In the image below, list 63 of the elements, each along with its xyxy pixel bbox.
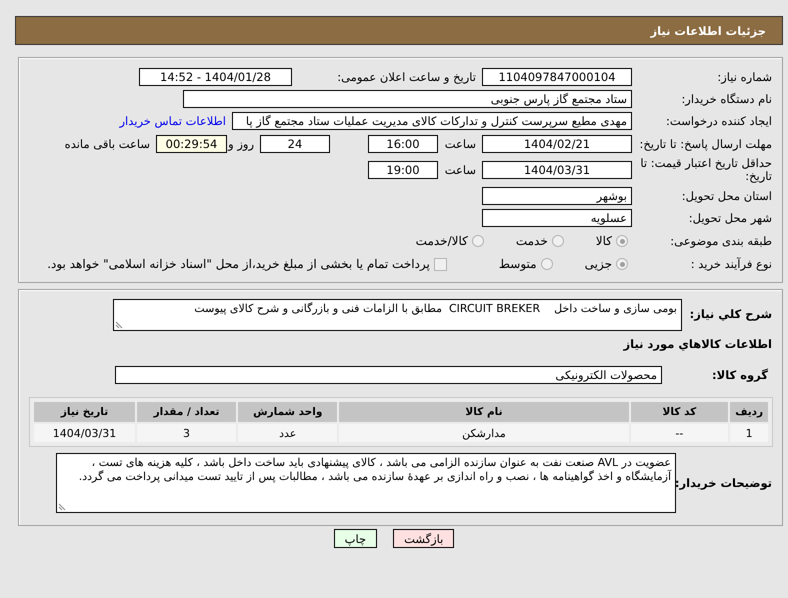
field-label: توضیحات خریدار: [676,476,773,490]
field-label: شهر محل تحویل: [688,211,773,225]
table-cell: -- [630,424,728,442]
column-header: نام کالا [339,402,629,422]
radio-label: کالا [596,234,612,248]
field-label: حداقل تاریخ اعتبار قیمت: تا تاریخ: [639,157,773,183]
field-label: گروه كالا: [711,368,769,382]
radio-label: کالا/خدمت [416,234,468,248]
checkbox-label: پرداخت تمام یا بخشی از مبلغ خرید،از محل "اسناد خزانه اسلامی" خواهد بود. [47,257,430,271]
deadline-time-field[interactable]: 16:00 [368,135,438,153]
field-label: استان محل تحویل: [680,189,773,203]
table-cell: 1 [730,424,768,442]
deadline-date-field[interactable]: 1404/02/21 [482,135,632,153]
print-button[interactable]: چاپ [334,529,378,548]
contact-link[interactable]: اطلاعات تماس خریدار [113,114,232,128]
radio-button[interactable] [472,235,484,247]
field-label: نام دستگاه خریدار: [680,92,773,106]
description-field[interactable]: بومی سازی و ساخت داخل CIRCUIT BREKER مطابق با الزامات فنی و بازرگانی و شرح کالای پیوست [113,299,682,331]
radio-label: خدمت [516,234,548,248]
table-cell: 3 [137,424,236,442]
field-label: طبقه بندی موضوعی: [669,234,773,248]
radio-label: جزیی [584,257,612,271]
validity-time-field[interactable]: 19:00 [368,161,438,179]
radio-label: متوسط [498,257,537,271]
resize-grip-icon[interactable] [115,321,123,329]
column-header: کد کالا [630,402,728,422]
radio-button[interactable] [540,258,553,270]
field-label: تاریخ و ساعت اعلان عمومی: [336,70,477,84]
radio-button[interactable] [616,235,628,247]
table-cell: عدد [238,424,338,442]
buyer-field[interactable]: ستاد مجتمع گاز پارس جنوبی [183,90,632,108]
days-field[interactable]: 24 [260,135,330,153]
field-label: ایجاد کننده درخواست: [665,114,773,128]
requester-field[interactable]: مهدی مطیع سرپرست کنترل و تدارکات کالای مدیریت عملیات ستاد مجتمع گاز پا [232,112,632,130]
province-field[interactable]: بوشهر [482,187,632,205]
city-field[interactable]: عسلویه [482,209,632,227]
radio-button[interactable] [616,258,628,270]
remaining-time-field: 00:29:54 [156,135,227,153]
time-label: ساعت [444,163,477,177]
field-label: نوع فرآیند خرید : [690,257,773,271]
goods-group-field[interactable]: محصولات الکترونیکی [115,366,662,384]
resize-grip-icon[interactable] [58,503,66,511]
remaining-label: ساعت باقی مانده [64,137,151,151]
field-label: شرح كلي نياز: [688,306,773,321]
column-header: تاریخ نیاز [34,402,135,422]
column-header: ردیف [730,402,768,422]
table-cell: 1404/03/31 [34,424,135,442]
column-header: واحد شمارش [238,402,338,422]
need-number-field[interactable]: 1104097847000104 [482,68,632,86]
radio-button[interactable] [552,235,564,247]
time-label: ساعت [444,137,477,151]
announce-date-field[interactable]: 1404/01/28 - 14:52 [139,68,292,86]
field-label: شماره نیاز: [716,70,773,84]
validity-date-field[interactable]: 1404/03/31 [482,161,632,179]
back-button[interactable]: بازگشت [393,529,454,548]
page-title: جزئیات اطلاعات نیاز [650,24,766,38]
section-title: اطلاعات كالاهاي مورد نياز [622,337,773,351]
checkbox[interactable] [434,258,447,270]
field-label: مهلت ارسال پاسخ: تا تاریخ: [638,138,773,150]
days-label: روز و [227,137,255,151]
column-header: تعداد / مقدار [137,402,236,422]
buyer-notes-field[interactable]: عضویت در AVL صنعت نفت به عنوان سازنده الزامی می باشد ، کالای پیشنهادی باید ساخت داخل باشد ، کلیه هزینه های تست ، آزمایشگاه و اخذ گواهینامه ها ، نصب و راه اندازی بر عهدهٔ سازنده می باشد ، مطالبات پس از تایید تست میدانی پرداخت می گردد. [56,453,676,513]
table-cell: مدارشکن [339,424,629,442]
